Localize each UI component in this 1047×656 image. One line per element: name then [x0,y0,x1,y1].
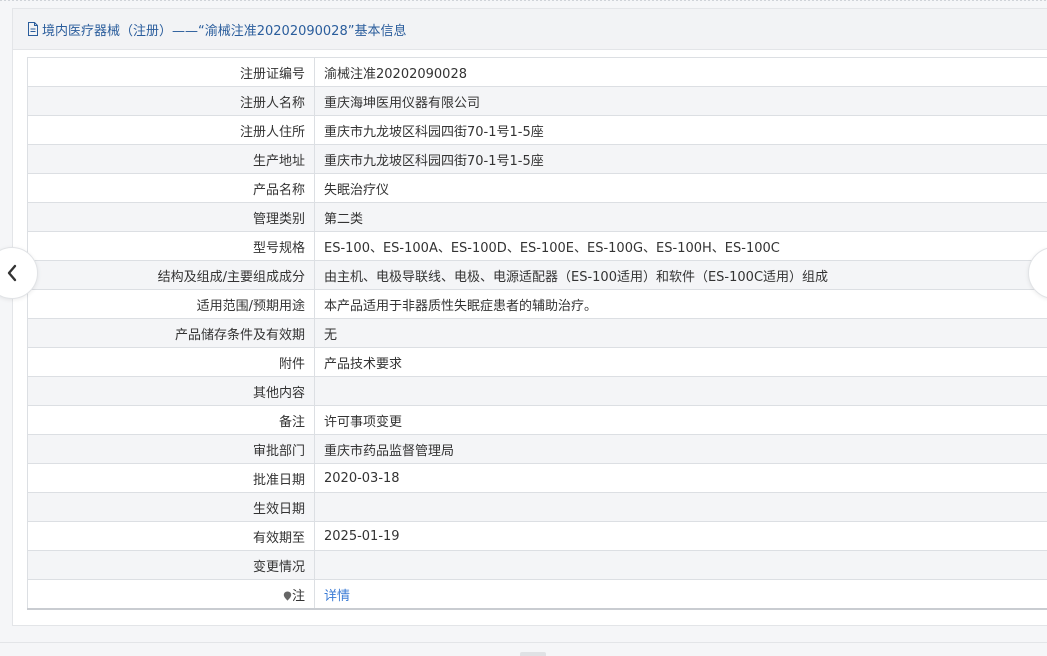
table-row: 管理类别 第二类 [27,202,1047,232]
note-label: 注 [291,588,305,604]
panel-header: 境内医疗器械（注册）——“渝械注准20202090028”基本信息 [13,9,1047,50]
note-value-cell: 详情 [314,579,1047,610]
field-value: 重庆市药品监督管理局 [314,434,1047,464]
table-row: 型号规格 ES-100、ES-100A、ES-100D、ES-100E、ES-1… [27,231,1047,261]
field-label: 注册人名称 [27,86,315,116]
field-value: 失眠治疗仪 [314,173,1047,203]
field-value: 本产品适用于非器质性失眠症患者的辅助治疗。 [314,289,1047,319]
note-label-cell: 注 [27,579,315,610]
table-row: 生产地址 重庆市九龙坡区科园四街70-1号1-5座 [27,144,1047,174]
note-row: 注 详情 [27,579,1047,610]
field-value [314,550,1047,580]
field-value: 重庆海坤医用仪器有限公司 [314,86,1047,116]
field-label: 审批部门 [27,434,315,464]
field-label: 生产地址 [27,144,315,174]
field-value: 渝械注准20202090028 [314,57,1047,87]
table-row: 备注 许可事项变更 [27,405,1047,435]
info-table: 注册证编号 渝械注准20202090028 注册人名称 重庆海坤医用仪器有限公司… [27,57,1047,610]
field-label: 产品储存条件及有效期 [27,318,315,348]
table-row: 生效日期 [27,492,1047,522]
table-row: 注册人住所 重庆市九龙坡区科园四街70-1号1-5座 [27,115,1047,145]
field-label: 批准日期 [27,463,315,493]
field-value: 重庆市九龙坡区科园四街70-1号1-5座 [314,144,1047,174]
field-label: 适用范围/预期用途 [27,289,315,319]
table-row: 注册人名称 重庆海坤医用仪器有限公司 [27,86,1047,116]
document-icon [28,22,38,36]
details-link[interactable]: 详情 [324,589,350,604]
field-label: 注册人住所 [27,115,315,145]
table-row: 有效期至 2025-01-19 [27,521,1047,551]
info-panel: 境内医疗器械（注册）——“渝械注准20202090028”基本信息 注册证编号 … [12,8,1047,626]
field-label: 生效日期 [27,492,315,522]
field-value: 许可事项变更 [314,405,1047,435]
bottom-divider [0,642,1047,643]
field-label: 结构及组成/主要组成成分 [27,260,315,290]
field-value [314,376,1047,406]
field-label: 注册证编号 [27,57,315,87]
table-row: 变更情况 [27,550,1047,580]
field-label: 产品名称 [27,173,315,203]
field-value: ES-100、ES-100A、ES-100D、ES-100E、ES-100G、E… [314,231,1047,261]
field-value: 重庆市九龙坡区科园四街70-1号1-5座 [314,115,1047,145]
table-row: 结构及组成/主要组成成分 由主机、电极导联线、电极、电源适配器（ES-100适用… [27,260,1047,290]
field-value [314,492,1047,522]
field-label: 管理类别 [27,202,315,232]
table-row: 产品储存条件及有效期 无 [27,318,1047,348]
field-value: 由主机、电极导联线、电极、电源适配器（ES-100适用）和软件（ES-100C适… [314,260,1047,290]
field-label: 其他内容 [27,376,315,406]
field-label: 有效期至 [27,521,315,551]
field-label: 变更情况 [27,550,315,580]
field-value: 第二类 [314,202,1047,232]
field-label: 附件 [27,347,315,377]
field-value: 无 [314,318,1047,348]
location-pin-icon [283,591,292,601]
field-value: 2020-03-18 [314,463,1047,493]
field-label: 型号规格 [27,231,315,261]
field-value: 产品技术要求 [314,347,1047,377]
field-label: 备注 [27,405,315,435]
table-row: 批准日期 2020-03-18 [27,463,1047,493]
chevron-left-icon [7,264,17,282]
table-row: 审批部门 重庆市药品监督管理局 [27,434,1047,464]
table-row: 产品名称 失眠治疗仪 [27,173,1047,203]
page-title: 境内医疗器械（注册）——“渝械注准20202090028”基本信息 [42,23,407,39]
table-row: 其他内容 [27,376,1047,406]
bottom-tab-stub [520,652,546,656]
table-row: 注册证编号 渝械注准20202090028 [27,57,1047,87]
table-row: 适用范围/预期用途 本产品适用于非器质性失眠症患者的辅助治疗。 [27,289,1047,319]
top-divider [0,0,1047,3]
table-row: 附件 产品技术要求 [27,347,1047,377]
field-value: 2025-01-19 [314,521,1047,551]
